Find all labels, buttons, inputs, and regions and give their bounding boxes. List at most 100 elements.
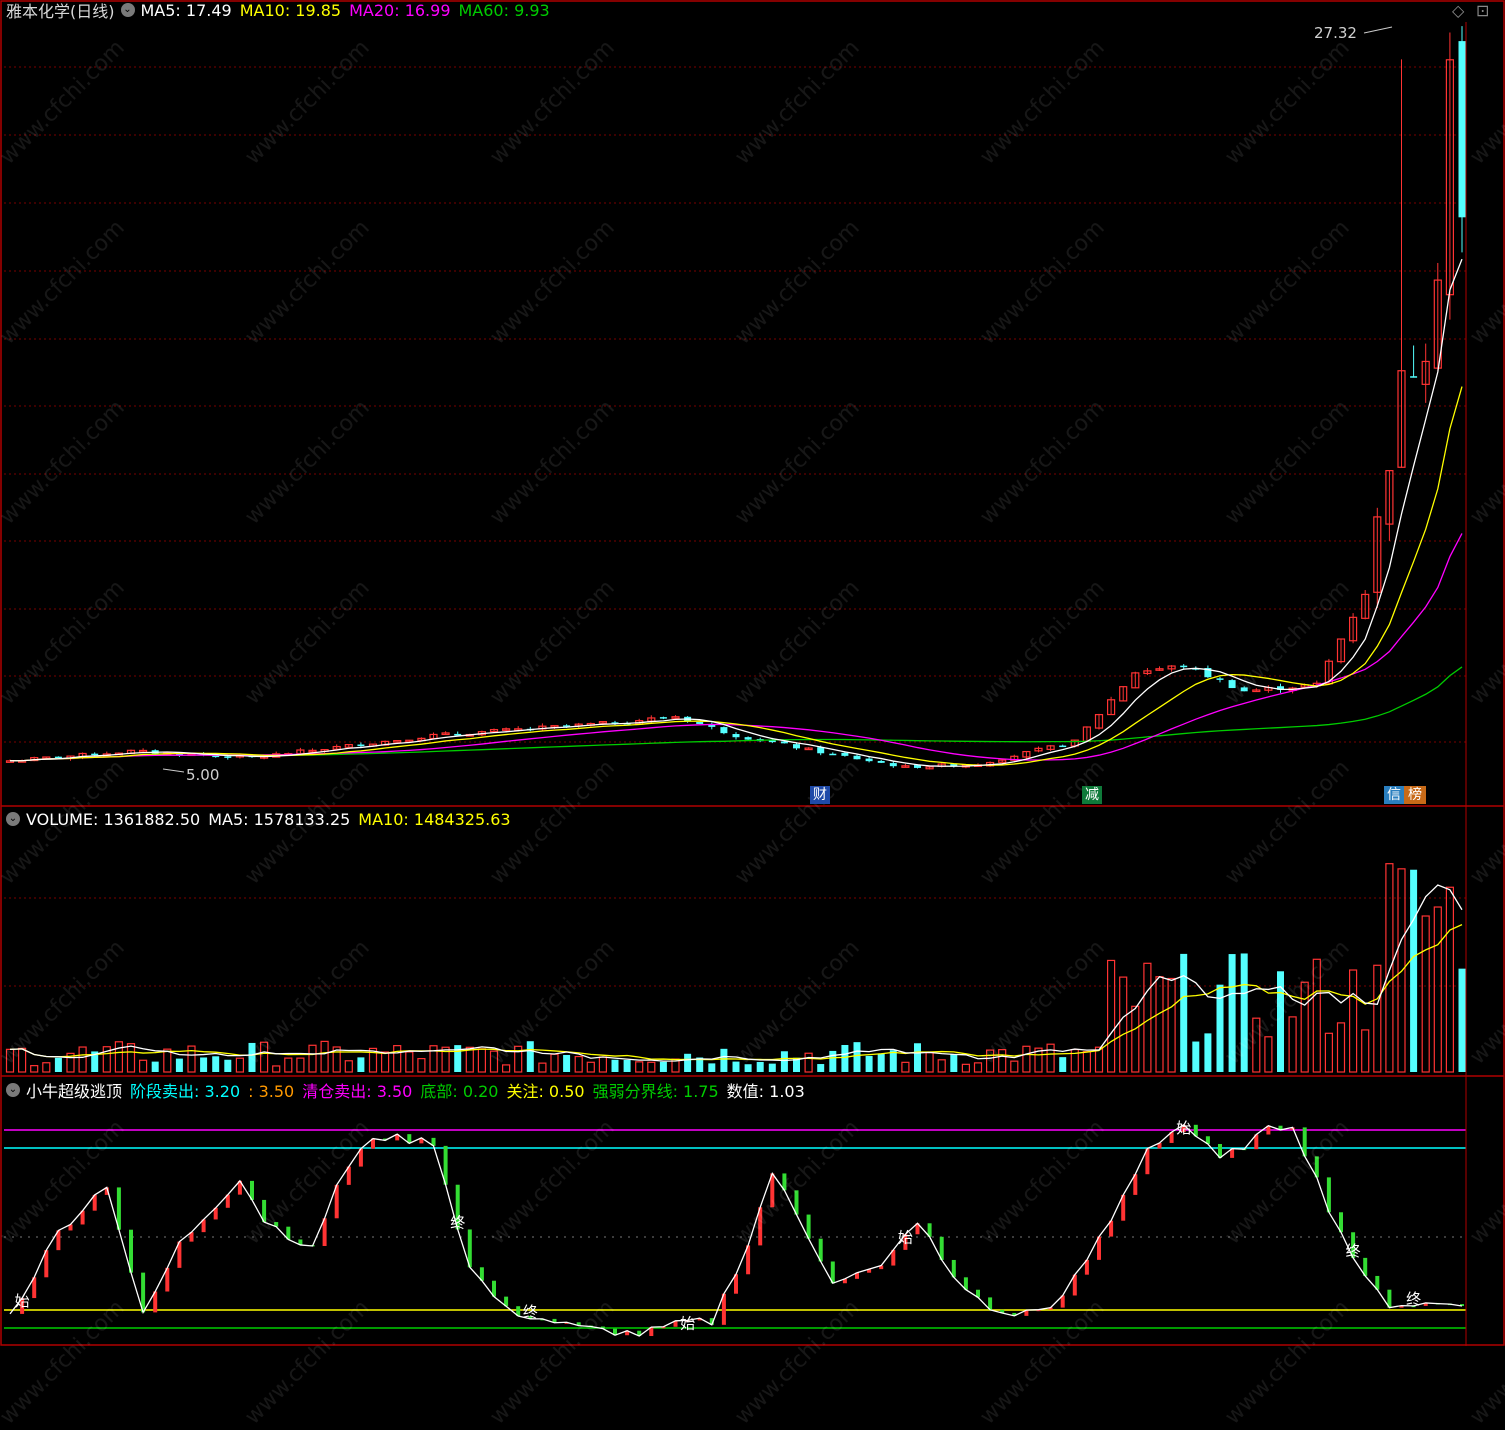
- candle-body: [224, 756, 232, 758]
- volume-bar: [635, 1061, 644, 1073]
- volume-bar: [744, 1064, 752, 1072]
- volume-bar: [817, 1064, 825, 1072]
- volume-bar: [841, 1044, 849, 1072]
- candle-body: [853, 755, 861, 760]
- candle-body: [1458, 41, 1466, 218]
- candle-body: [1240, 687, 1248, 692]
- candle-body: [720, 727, 728, 734]
- candle-body: [1410, 376, 1418, 378]
- volume-bar: [780, 1051, 788, 1072]
- volume-bar: [1445, 886, 1455, 1073]
- candle-body: [1216, 678, 1224, 680]
- candle-body: [393, 740, 402, 743]
- volume-bar: [961, 1063, 971, 1073]
- volume-bar: [985, 1049, 995, 1073]
- candle-body: [1180, 665, 1188, 668]
- ma-label-1: MA10: 19.85: [239, 0, 342, 20]
- ma-legend: MA5: 17.49 MA10: 19.85 MA20: 16.99 MA60: 9.…: [141, 1, 558, 20]
- volume-bar: [477, 1048, 486, 1073]
- indicator-label-5: 关注: 0.50: [506, 1082, 585, 1101]
- candle-body: [659, 717, 667, 719]
- candle-body: [1228, 680, 1236, 689]
- volume-bar: [877, 1053, 885, 1072]
- volume-bar: [526, 1041, 534, 1072]
- volume-bar: [248, 1042, 256, 1072]
- chevron-down-icon[interactable]: ⌄: [6, 1083, 20, 1097]
- volume-bar: [853, 1042, 861, 1072]
- event-tag-rank[interactable]: 榜: [1404, 786, 1426, 804]
- volume-bar: [489, 1050, 499, 1073]
- event-tag-info[interactable]: 信: [1384, 786, 1404, 804]
- volume-bar: [684, 1053, 692, 1072]
- volume-bar: [1433, 906, 1442, 1073]
- indicator-header: ⌄ 小牛超级逃顶 阶段卖出: 3.20: 3.50 清仓卖出: 3.50 底部: 0.…: [6, 1078, 813, 1102]
- volume-bar: [1082, 1051, 1092, 1073]
- end-marker: 终: [1346, 1242, 1361, 1260]
- volume-bar: [647, 1061, 656, 1073]
- volume-bar: [235, 1057, 244, 1073]
- volume-bar: [925, 1052, 934, 1073]
- ma10-line: [9, 386, 1463, 766]
- volume-bar: [18, 1047, 27, 1073]
- volume-bar: [574, 1055, 583, 1073]
- volume-bar: [708, 1063, 716, 1072]
- volume-bar: [212, 1056, 220, 1072]
- volume-bar: [1458, 968, 1466, 1072]
- volume-bar: [586, 1061, 595, 1073]
- indicator-legend: 小牛超级逃顶 阶段卖出: 3.20: 3.50 清仓卖出: 3.50 底部: 0.20…: [26, 1078, 813, 1102]
- volume-bar: [732, 1061, 740, 1072]
- start-marker: 始: [680, 1314, 695, 1332]
- volume-bar: [659, 1061, 667, 1072]
- indicator-label-0: 小牛超级逃顶: [26, 1082, 123, 1101]
- volume-label-0: VOLUME: 1361882.50: [26, 809, 201, 829]
- indicator-label-4: 底部: 0.20: [420, 1082, 499, 1101]
- ma20-line: [9, 533, 1463, 762]
- event-tag-reduce[interactable]: 减: [1082, 786, 1102, 804]
- high-price-label: 27.32: [1314, 24, 1357, 42]
- volume-bar: [623, 1059, 631, 1072]
- chevron-down-icon[interactable]: ⌄: [6, 812, 20, 826]
- volume-bar: [284, 1057, 293, 1073]
- start-marker: 始: [1176, 1119, 1191, 1137]
- volume-bar: [1385, 863, 1394, 1073]
- volume-bar: [1336, 1022, 1346, 1073]
- volume-bar: [114, 1041, 124, 1073]
- volume-bar: [768, 1063, 776, 1072]
- volume-bar: [1264, 1036, 1273, 1073]
- volume-bar: [538, 1062, 547, 1073]
- volume-bar: [393, 1045, 402, 1073]
- volume-bar: [272, 1065, 281, 1073]
- indicator-label-6: 强弱分界线: 1.75: [592, 1082, 719, 1101]
- volume-bar: [42, 1062, 51, 1073]
- volume-bar: [1288, 1016, 1297, 1073]
- volume-bar: [1046, 1043, 1055, 1073]
- volume-bar: [151, 1061, 159, 1072]
- volume-bar: [502, 1064, 511, 1073]
- volume-bar: [1252, 1017, 1261, 1073]
- volume-bar: [889, 1050, 897, 1072]
- volume-bar: [1240, 953, 1248, 1072]
- volume-bar: [139, 1059, 148, 1073]
- volume-bar: [187, 1045, 196, 1073]
- volume-bar: [224, 1059, 232, 1072]
- volume-bar: [1131, 1005, 1140, 1073]
- indicator-label-1: 阶段卖出: 3.20: [130, 1082, 241, 1101]
- volume-bar: [465, 1046, 474, 1073]
- volume-bar: [320, 1040, 329, 1073]
- collapse-icon[interactable]: ⊡: [1476, 1, 1489, 20]
- volume-bar: [54, 1057, 62, 1072]
- volume-bar: [296, 1057, 305, 1073]
- diamond-icon[interactable]: ◇: [1452, 1, 1464, 20]
- volume-bar: [598, 1056, 608, 1073]
- end-marker: 终: [523, 1303, 538, 1321]
- volume-bar: [30, 1065, 39, 1073]
- stock-name: 雅本化学(日线): [6, 2, 115, 21]
- volume-bar: [357, 1057, 365, 1072]
- volume-bar: [950, 1053, 958, 1072]
- volume-bar: [901, 1061, 910, 1073]
- event-tag-finance[interactable]: 财: [810, 786, 830, 804]
- candle-body: [732, 734, 740, 738]
- volume-bar: [756, 1061, 764, 1072]
- ma-label-3: MA60: 9.93: [458, 0, 550, 20]
- chevron-down-icon[interactable]: ⌄: [120, 3, 135, 17]
